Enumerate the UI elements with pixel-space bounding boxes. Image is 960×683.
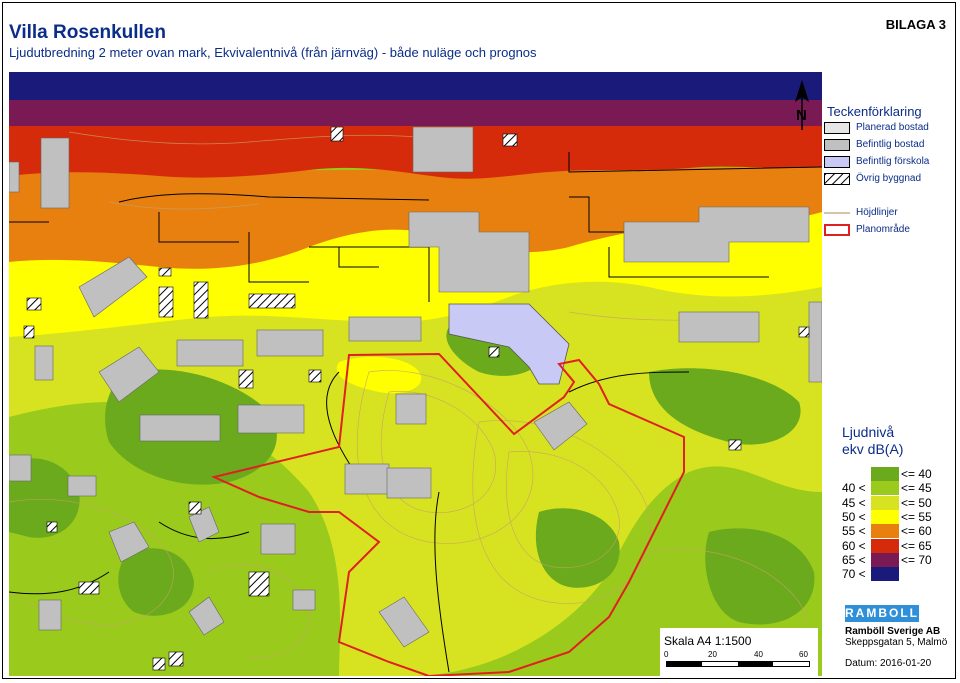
noise-band-swatch bbox=[871, 524, 899, 539]
scale-tick: 40 bbox=[754, 650, 763, 659]
noise-band-high: <= 70 bbox=[901, 552, 932, 567]
noise-band-swatch bbox=[871, 538, 899, 553]
legend-label: Befintlig förskola bbox=[856, 156, 930, 167]
scale-tick: 60 bbox=[799, 650, 808, 659]
legend-title: Teckenförklaring bbox=[827, 104, 922, 119]
scale-box: Skala A4 1:1500 0 20 40 60 bbox=[660, 628, 818, 676]
legend-label: Övrig byggnad bbox=[856, 173, 922, 184]
noise-band-high: <= 50 bbox=[901, 495, 932, 510]
legend-swatch bbox=[824, 156, 850, 168]
legend-swatch bbox=[824, 224, 850, 236]
date-label: Datum: 2016-01-20 bbox=[845, 658, 932, 669]
noise-band-swatch bbox=[871, 552, 899, 567]
noise-band-swatch bbox=[871, 509, 899, 524]
noise-band-low: 40 < bbox=[842, 481, 866, 496]
zone-gt70 bbox=[9, 72, 822, 100]
noise-band-high: <= 55 bbox=[901, 509, 932, 524]
noise-band-row: <= 40 bbox=[842, 467, 952, 481]
noise-map[interactable] bbox=[9, 72, 822, 676]
noise-band-high: <= 40 bbox=[901, 467, 932, 481]
page-title: Villa Rosenkullen bbox=[9, 22, 166, 43]
noise-band-row: 50 < <= 55 bbox=[842, 509, 952, 524]
ramboll-logo: RAMBOLL bbox=[845, 605, 919, 622]
appendix-label: BILAGA 3 bbox=[885, 17, 946, 32]
noise-band-row: 45 < <= 50 bbox=[842, 495, 952, 510]
noise-band-low: 70 < bbox=[842, 567, 866, 582]
legend-label: Höjdlinjer bbox=[856, 207, 898, 218]
company-address: Skeppsgatan 5, Malmö bbox=[845, 637, 948, 648]
noise-band-low: 55 < bbox=[842, 524, 866, 539]
noise-band-row: 40 < <= 45 bbox=[842, 481, 952, 496]
noise-band-low: 60 < bbox=[842, 538, 866, 553]
noise-band-high: <= 45 bbox=[901, 481, 932, 496]
noise-band-row: 60 < <= 65 bbox=[842, 538, 952, 553]
noise-band-row: 70 < bbox=[842, 567, 952, 582]
noise-band-low: 45 < bbox=[842, 495, 866, 510]
noise-scale-title-line2: ekv dB(A) bbox=[842, 441, 904, 457]
noise-scale-title: Ljudnivå ekv dB(A) bbox=[842, 424, 903, 458]
legend-label: Planområde bbox=[856, 224, 910, 235]
company-name: Ramböll Sverige AB bbox=[845, 626, 941, 637]
noise-band-swatch bbox=[871, 467, 899, 481]
noise-band-row: 65 < <= 70 bbox=[842, 552, 952, 567]
noise-band-swatch bbox=[871, 567, 899, 582]
zone-65-70 bbox=[9, 96, 822, 126]
noise-band-swatch bbox=[871, 495, 899, 510]
legend-swatch-hatched bbox=[824, 173, 850, 185]
legend-line-contour bbox=[824, 212, 850, 214]
noise-scale-title-line1: Ljudnivå bbox=[842, 424, 895, 440]
legend-swatch bbox=[824, 122, 850, 134]
noise-band-low: 65 < bbox=[842, 552, 866, 567]
scale-tick: 20 bbox=[708, 650, 717, 659]
noise-band-row: 55 < <= 60 bbox=[842, 524, 952, 539]
page-subtitle: Ljudutbredning 2 meter ovan mark, Ekviva… bbox=[9, 45, 537, 60]
legend-label: Planerad bostad bbox=[856, 122, 929, 133]
noise-band-high: <= 60 bbox=[901, 524, 932, 539]
noise-band-swatch bbox=[871, 481, 899, 496]
legend-swatch bbox=[824, 139, 850, 151]
noise-band-low: 50 < bbox=[842, 509, 866, 524]
north-label: N bbox=[796, 107, 807, 124]
scale-bar bbox=[666, 661, 810, 667]
scale-tick: 0 bbox=[664, 650, 669, 659]
noise-band-high: <= 65 bbox=[901, 538, 932, 553]
scale-label: Skala A4 1:1500 bbox=[664, 634, 752, 648]
legend-label: Befintlig bostad bbox=[856, 139, 925, 150]
